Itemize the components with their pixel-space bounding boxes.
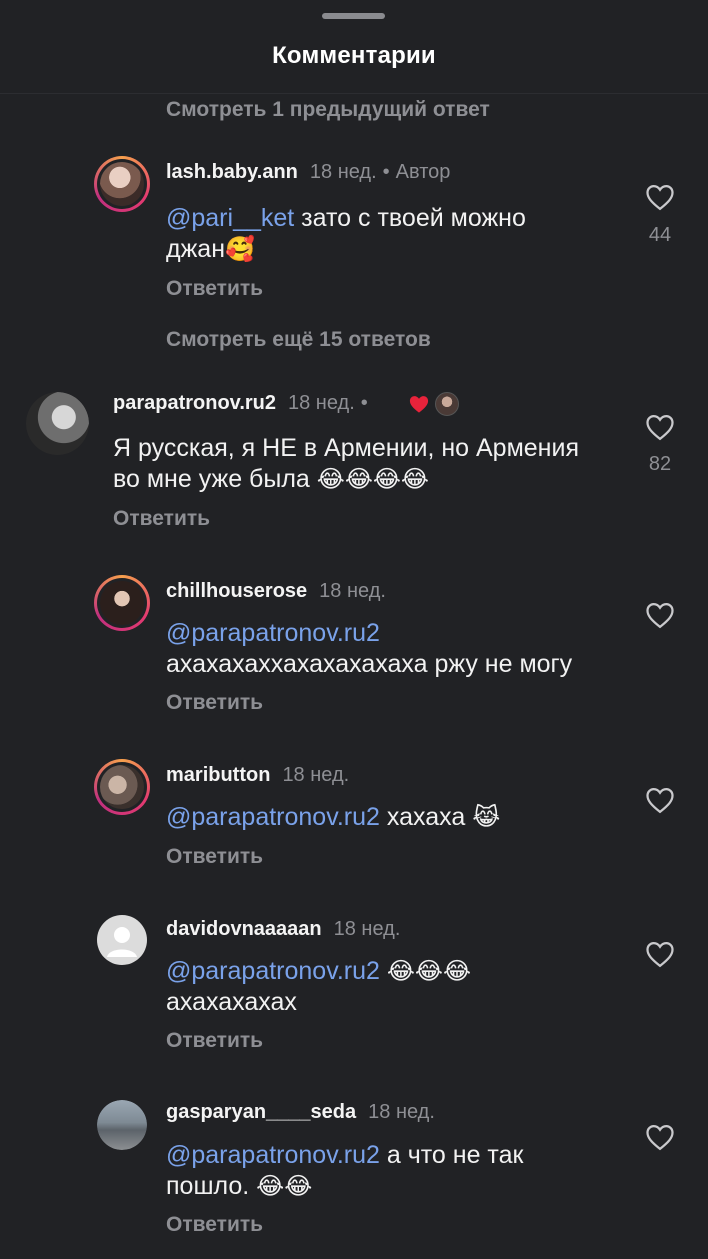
author-mini-avatar (435, 392, 459, 416)
comment-text: @parapatronov.ru2 ахахахаххахахахахаха р… (166, 618, 572, 680)
comment-body: Я русская, я НЕ в Армении, но Армения (113, 434, 579, 462)
heart-outline-icon[interactable] (645, 786, 675, 814)
reply-button[interactable]: Ответить (166, 1029, 263, 1053)
reply-button[interactable]: Ответить (166, 1213, 263, 1237)
mention-link[interactable]: @parapatronov.ru2 (166, 619, 380, 647)
default-avatar-icon (107, 927, 137, 957)
comment-meta: lash.baby.ann 18 нед. • Автор (166, 161, 450, 184)
laughing-tears-emoji: 😂😂😂😂 (316, 465, 429, 493)
view-more-replies-link[interactable]: Смотреть ещё 15 ответов (166, 328, 431, 352)
comment-body: а что не так (379, 1141, 524, 1169)
comment-body-line2: во мне уже была (113, 465, 317, 493)
comment-meta: chillhouserose 18 нед. (166, 580, 386, 603)
avatar[interactable] (26, 392, 89, 455)
comment-text: Я русская, я НЕ в Армении, но Армения во… (113, 433, 579, 495)
timestamp: 18 нед. (309, 161, 377, 183)
page-title: Комментарии (272, 42, 436, 69)
username[interactable]: parapatronov.ru2 (113, 392, 276, 414)
separator-dot: • (382, 161, 390, 183)
author-badge: Автор (395, 161, 451, 183)
separator-dot: • (360, 392, 368, 414)
timestamp: 18 нед. (368, 1101, 435, 1123)
comment-body: хахаха (379, 803, 473, 831)
reply-button[interactable]: Ответить (166, 277, 263, 301)
comment-meta: parapatronov.ru2 18 нед. • (113, 392, 374, 415)
avatar[interactable] (94, 156, 150, 212)
comment-text: @parapatronov.ru2 хахаха 😹 (166, 802, 500, 833)
avatar[interactable] (94, 759, 150, 815)
timestamp: 18 нед. (333, 918, 401, 940)
like-count: 44 (648, 224, 672, 246)
drag-handle[interactable] (322, 13, 385, 19)
cat-laughing-emoji: 😹 (472, 803, 501, 831)
comment-text: @parapatronov.ru2 а что не так пошло. 😂😂 (166, 1140, 523, 1202)
avatar[interactable] (97, 1100, 147, 1150)
like-count: 82 (648, 453, 672, 475)
comment-meta: gasparyan____seda 18 нед. (166, 1101, 435, 1124)
avatar[interactable] (94, 575, 150, 631)
reply-button[interactable]: Ответить (113, 507, 210, 531)
laughing-tears-emoji: 😂😂 (256, 1172, 313, 1200)
heart-outline-icon[interactable] (645, 601, 675, 629)
comment-text: @parapatronov.ru2 😂😂😂 ахахахахах (166, 956, 471, 1018)
comment-body: ахахахаххахахахахаха ржу не могу (166, 650, 573, 678)
heart-outline-icon[interactable] (645, 940, 675, 968)
mention-link[interactable]: @parapatronov.ru2 (166, 803, 380, 831)
heart-outline-icon[interactable] (645, 413, 675, 441)
heart-outline-icon[interactable] (645, 1123, 675, 1151)
reply-button[interactable]: Ответить (166, 691, 263, 715)
timestamp: 18 нед. (319, 580, 386, 602)
comment-body: ахахахахах (166, 988, 297, 1016)
username[interactable]: lash.baby.ann (166, 161, 298, 183)
avatar[interactable] (97, 915, 147, 965)
header-divider (0, 93, 708, 94)
mention-link[interactable]: @parapatronov.ru2 (166, 957, 380, 985)
comment-body-line2: пошло. (166, 1172, 257, 1200)
username[interactable]: davidovnaaaaan (166, 918, 322, 940)
mention-link[interactable]: @parapatronov.ru2 (166, 1141, 380, 1169)
reply-button[interactable]: Ответить (166, 845, 263, 869)
username[interactable]: maributton (166, 764, 270, 786)
timestamp: 18 нед. (282, 764, 350, 786)
heart-filled-icon (409, 396, 429, 413)
comment-body: зато с твоей можно (294, 204, 526, 232)
smiling-hearts-emoji: 🥰 (225, 235, 255, 263)
username[interactable]: chillhouserose (166, 580, 307, 602)
timestamp: 18 нед. (288, 392, 355, 414)
comment-meta: davidovnaaaaan 18 нед. (166, 918, 400, 941)
comment-meta: maributton 18 нед. (166, 764, 349, 787)
username[interactable]: gasparyan____seda (166, 1101, 356, 1123)
mention-link[interactable]: @pari__ket (166, 204, 294, 232)
comment-text: @pari__ket зато с твоей можно джан🥰 (166, 203, 526, 265)
laughing-tears-emoji: 😂😂😂 (386, 957, 472, 985)
comment-body-line2: джан (166, 235, 226, 263)
heart-outline-icon[interactable] (645, 183, 675, 211)
view-previous-replies-link[interactable]: Смотреть 1 предыдущий ответ (166, 98, 490, 122)
